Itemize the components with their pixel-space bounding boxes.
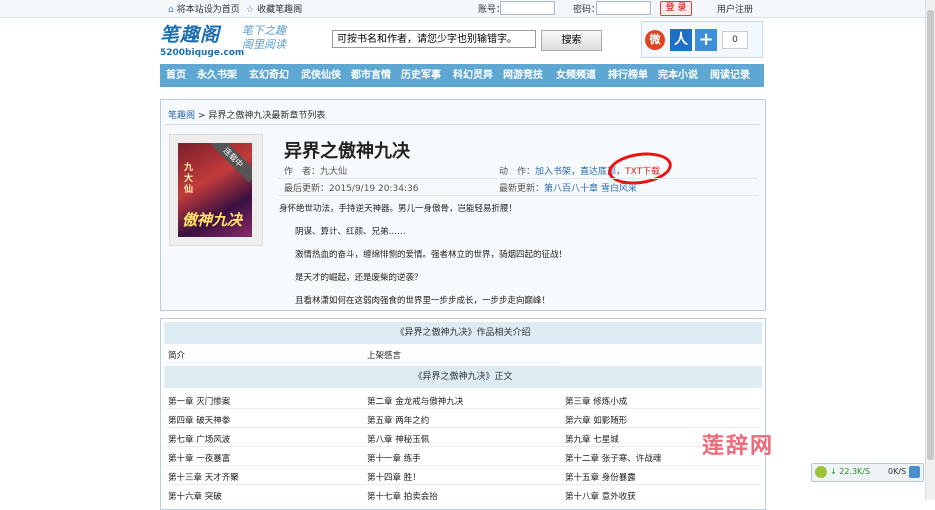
chapter-link[interactable]: 第九章 七星城	[565, 433, 619, 445]
nav-games[interactable]: 网游竞技	[503, 64, 543, 87]
updated-time: 2015/9/19 20:34:36	[329, 184, 419, 194]
header: 笔趣阁 5200biquge.com 笔下之趣 阁里阅读 可按书名和作者，请您少…	[160, 18, 764, 62]
author-name: 九大仙	[320, 167, 348, 177]
renren-share-icon[interactable]: 人	[670, 29, 692, 51]
register-link[interactable]: 用户注册	[717, 2, 753, 15]
divider	[278, 178, 758, 179]
nav-completed[interactable]: 完本小说	[658, 64, 698, 87]
main-nav: 首页 永久书架 玄幻奇幻 武侠仙侠 都市言情 历史军事 科幻灵异 网游竞技 女频…	[160, 64, 764, 87]
breadcrumb-home[interactable]: 笔趣阁	[168, 111, 195, 121]
divider	[166, 427, 760, 428]
main-header: 《异界之傲神九决》正文	[164, 366, 762, 388]
intro-line: 阴谋、算计、红颜、兄弟……	[295, 227, 406, 237]
breadcrumb-current: 异界之傲神九决最新章节列表	[208, 111, 326, 121]
weibo-share-icon[interactable]: 微	[645, 30, 665, 50]
chapter-link[interactable]: 第十六章 突破	[168, 490, 222, 502]
latest-line: 最新更新：第八百八十章 雪白风采	[499, 184, 637, 194]
author-line: 作 者：九大仙	[284, 167, 348, 177]
set-home-link[interactable]: ⌂ 将本站设为首页	[168, 2, 240, 15]
related-header: 《异界之傲神九决》作品相关介绍	[164, 322, 762, 344]
breadcrumb: 笔趣阁 > 异界之傲神九决最新章节列表	[168, 111, 326, 121]
cover-image: 九大仙 傲神九决 连载中	[178, 143, 252, 237]
watermark: 莲辞网	[702, 434, 775, 459]
book-title: 异界之傲神九决	[284, 141, 410, 162]
share-bar: 微 人 + 0	[641, 21, 763, 58]
vertical-scrollbar[interactable]	[925, 0, 935, 500]
nav-ranking[interactable]: 排行榜单	[608, 64, 648, 87]
account-input[interactable]	[500, 1, 555, 15]
chapter-link[interactable]: 第十七章 拍卖会抬	[367, 490, 438, 502]
chapter-link[interactable]: 第五章 两年之约	[367, 414, 429, 426]
book-cover: 九大仙 傲神九决 连载中	[169, 134, 263, 246]
divider	[278, 195, 758, 196]
password-input[interactable]	[596, 1, 651, 15]
nav-history[interactable]: 历史军事	[401, 64, 441, 87]
site-logo[interactable]: 笔趣阁 5200biquge.com	[160, 20, 245, 58]
divider	[166, 408, 760, 409]
divider	[166, 446, 760, 447]
book-info-box: 笔趣阁 > 异界之傲神九决最新章节列表 九大仙 傲神九决 连载中 异界之傲神九决…	[160, 99, 766, 311]
add-shelf-link[interactable]: 加入书架	[535, 167, 571, 177]
share-count: 0	[722, 31, 748, 49]
updated-line: 最后更新：2015/9/19 20:34:36	[284, 184, 419, 194]
nav-wuxia[interactable]: 武侠仙侠	[301, 64, 341, 87]
nav-scifi[interactable]: 科幻灵异	[453, 64, 493, 87]
divider	[166, 484, 760, 485]
home-icon: ⌂	[168, 5, 174, 15]
logo-text: 笔趣阁	[160, 24, 221, 46]
divider	[165, 124, 760, 125]
intro-line: 激情热血的奋斗，缠绵悱恻的爱情。强者林立的世界，骑烟四起的征战！	[295, 250, 568, 260]
chapter-link[interactable]: 第十二章 张子寒、许战魂	[565, 452, 661, 464]
chapter-link[interactable]: 第十五章 身份暴露	[565, 471, 636, 483]
nav-female[interactable]: 女频频道	[556, 64, 596, 87]
latest-chapter-link[interactable]: 第八百八十章 雪白风采	[544, 184, 637, 194]
chapter-link[interactable]: 第七章 广场风波	[168, 433, 230, 445]
intro-line: 是天才的崛起，还是废柴的逆袭？	[295, 273, 423, 283]
related-launch-link[interactable]: 上架感言	[367, 349, 401, 361]
search-input[interactable]: 可按书名和作者，请您少字也别输错字。	[332, 30, 536, 48]
slogan: 笔下之趣 阁里阅读	[242, 24, 286, 51]
cover-title-text: 傲神九决	[182, 211, 243, 229]
logo-url: 5200biquge.com	[160, 48, 245, 58]
chapter-link[interactable]: 第二章 金龙戒与傲神九决	[367, 395, 463, 407]
nav-home[interactable]: 首页	[166, 64, 186, 87]
chapter-link[interactable]: 第六章 如影随形	[565, 414, 627, 426]
divider	[166, 465, 760, 466]
scrollbar-thumb[interactable]	[927, 10, 934, 460]
nav-bookshelf[interactable]: 永久书架	[197, 64, 237, 87]
speed-widget-icon	[909, 466, 920, 478]
serializing-ribbon: 连载中	[207, 143, 252, 183]
star-icon: ☆	[246, 5, 255, 15]
network-speed-widget[interactable]: ↓ 22.3K/S 0K/S	[811, 463, 924, 482]
chapter-link[interactable]: 第十八章 意外收获	[565, 490, 636, 502]
chapter-link[interactable]: 第十章 一夜暴富	[168, 452, 230, 464]
related-intro-link[interactable]: 简介	[168, 349, 185, 361]
chapter-link[interactable]: 第八章 神秘玉佩	[367, 433, 429, 445]
intro-line: 身怀绝世功法，手持逆天神器。男儿一身傲骨，岂能轻易折腰！	[279, 204, 518, 214]
chapter-link[interactable]: 第一章 灭门惨案	[168, 395, 230, 407]
intro-line: 且看林潇如何在这弱肉强食的世界里一步步成长，一步步走向巅峰！	[295, 296, 551, 306]
bookmark-link[interactable]: ☆ 收藏笔趣阁	[246, 2, 302, 15]
chapter-link[interactable]: 第四章 破天神拳	[168, 414, 230, 426]
download-speed: ↓ 22.3K/S	[830, 467, 871, 476]
nav-history-record[interactable]: 阅读记录	[710, 64, 750, 87]
cover-author-text: 九大仙	[184, 163, 194, 195]
network-icon	[815, 466, 827, 478]
login-button[interactable]: 登 录	[660, 1, 692, 16]
upload-speed: 0K/S	[888, 467, 907, 476]
chapter-link[interactable]: 第十三章 天才齐聚	[168, 471, 239, 483]
chapter-link[interactable]: 第三章 修炼小成	[565, 395, 627, 407]
chapter-link[interactable]: 第十一章 练手	[367, 452, 421, 464]
chapter-link[interactable]: 第十四章 胜！	[367, 471, 421, 483]
nav-fantasy[interactable]: 玄幻奇幻	[249, 64, 289, 87]
top-bar: ⌂ 将本站设为首页 ☆ 收藏笔趣阁 账号： 密码： 登 录 用户注册	[0, 0, 935, 18]
nav-urban[interactable]: 都市言情	[351, 64, 391, 87]
more-share-icon[interactable]: +	[695, 29, 717, 51]
divider	[166, 362, 558, 363]
chapter-list-box: 《异界之傲神九决》作品相关介绍 简介 上架感言 《异界之傲神九决》正文 第一章 …	[160, 318, 766, 510]
search-button[interactable]: 搜索	[541, 30, 602, 51]
